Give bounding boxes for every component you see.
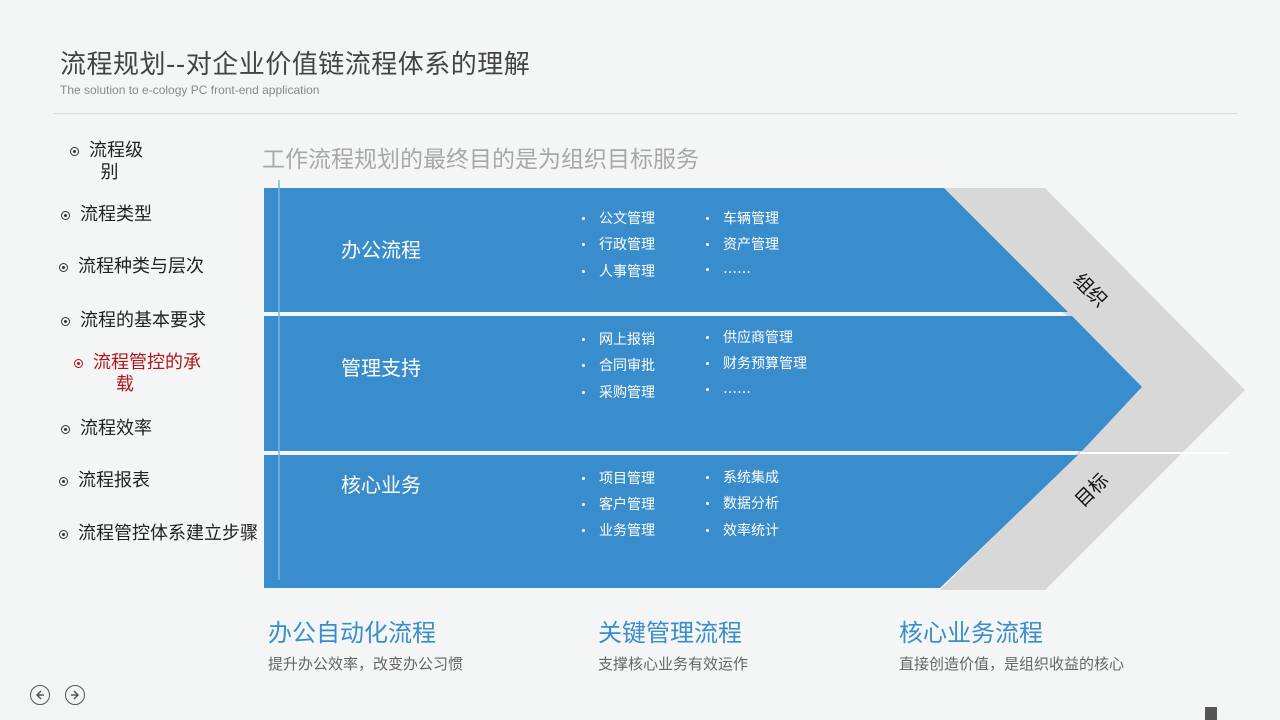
band-title-core: 核心业务 bbox=[341, 473, 421, 497]
summary-desc-core: 直接创造价值，是组织收益的核心 bbox=[899, 655, 1125, 673]
list-item: 合同审批 bbox=[582, 355, 655, 375]
list-item: 采购管理 bbox=[582, 382, 655, 402]
list-item: 人事管理 bbox=[582, 261, 655, 281]
list-item: 财务预算管理 bbox=[706, 353, 807, 373]
bullet-dot-icon bbox=[706, 267, 709, 271]
list-item: 客户管理 bbox=[582, 494, 655, 514]
arrow-right-icon bbox=[71, 690, 80, 700]
list-item: 项目管理 bbox=[582, 468, 655, 488]
summary-desc-office: 提升办公效率，改变办公习惯 bbox=[268, 655, 464, 673]
band-title-management: 管理支持 bbox=[341, 356, 421, 380]
bullet-dot-icon bbox=[582, 269, 585, 273]
bullet-dot-icon bbox=[582, 390, 585, 394]
list-item: …… bbox=[706, 261, 751, 277]
corner-marker bbox=[1205, 707, 1217, 720]
list-item: 公文管理 bbox=[582, 208, 655, 228]
bullet-dot-icon bbox=[706, 387, 709, 391]
list-item: 系统集成 bbox=[706, 467, 779, 487]
list-item: 数据分析 bbox=[706, 493, 779, 513]
list-item: 资产管理 bbox=[706, 234, 779, 254]
next-slide-button[interactable] bbox=[65, 685, 85, 705]
bullet-dot-icon bbox=[582, 363, 585, 367]
bullet-dot-icon bbox=[582, 528, 585, 532]
list-item: 业务管理 bbox=[582, 520, 655, 540]
summary-heading-office: 办公自动化流程 bbox=[268, 619, 436, 647]
summary-heading-management: 关键管理流程 bbox=[598, 619, 742, 647]
bullet-dot-icon bbox=[706, 475, 709, 479]
band-management bbox=[264, 316, 1142, 451]
bullet-dot-icon bbox=[706, 501, 709, 505]
summary-heading-core: 核心业务流程 bbox=[899, 619, 1043, 647]
bullet-dot-icon bbox=[582, 242, 585, 246]
list-item: 效率统计 bbox=[706, 520, 779, 540]
bullet-dot-icon bbox=[582, 476, 585, 480]
bullet-dot-icon bbox=[706, 528, 709, 532]
list-item: 供应商管理 bbox=[706, 327, 793, 347]
bullet-dot-icon bbox=[582, 502, 585, 506]
bullet-dot-icon bbox=[706, 216, 709, 220]
list-item: 网上报销 bbox=[582, 329, 655, 349]
summary-desc-management: 支撑核心业务有效运作 bbox=[598, 655, 749, 673]
arrow-left-icon bbox=[35, 690, 44, 700]
prev-slide-button[interactable] bbox=[30, 685, 50, 705]
bullet-dot-icon bbox=[582, 337, 585, 341]
list-item: …… bbox=[706, 381, 751, 397]
band-title-office: 办公流程 bbox=[341, 238, 421, 262]
bullet-dot-icon bbox=[706, 361, 709, 365]
list-item: 行政管理 bbox=[582, 234, 655, 254]
bullet-dot-icon bbox=[582, 216, 585, 220]
bullet-dot-icon bbox=[706, 335, 709, 339]
list-item: 车辆管理 bbox=[706, 208, 779, 228]
bullet-dot-icon bbox=[706, 242, 709, 246]
